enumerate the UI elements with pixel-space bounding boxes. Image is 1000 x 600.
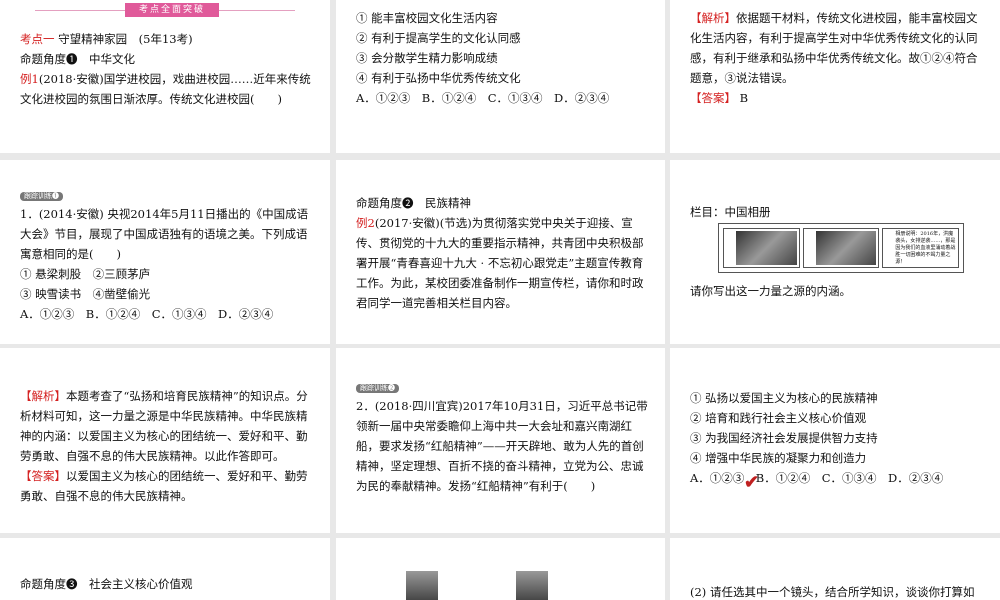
option-line: ① 悬梁刺股 ②三顾茅庐 bbox=[20, 267, 151, 281]
analysis-label: 【解析】 bbox=[20, 389, 66, 403]
angle-heading: 命题角度❶ 中华文化 bbox=[20, 52, 135, 66]
option: ① 能丰富校园文化生活内容 bbox=[356, 11, 498, 25]
choices: A．①②③ B．①②④ C．①③④ D．②③④ bbox=[690, 471, 944, 485]
answer-label: 【答案】 bbox=[690, 91, 736, 105]
practice-tag: 跟踪训练❶ bbox=[20, 192, 63, 201]
slide-thumbnail-5[interactable]: 命题角度❷ 民族精神 例2(2017·安徽)(节选)为贯彻落实党中央关于迎接、宣… bbox=[336, 160, 665, 344]
column-title: 栏目：中国相册 bbox=[690, 205, 771, 219]
photo bbox=[736, 231, 797, 265]
photo-caption: 相册说明：2016年，洪魔袭头，女排逆袭……，那是因为我们的血液里涌动着战胜一切… bbox=[895, 230, 956, 265]
example-label: 例2 bbox=[356, 216, 375, 230]
slide-thumbnail-11[interactable] bbox=[336, 538, 665, 600]
practice-tag: 跟踪训练❷ bbox=[356, 384, 399, 393]
option: ③ 会分散学生精力影响成绩 bbox=[356, 51, 498, 65]
section-banner: 考点全面突破 bbox=[35, 3, 295, 17]
option: ② 培育和践行社会主义核心价值观 bbox=[690, 411, 867, 425]
example-text: (2018·安徽)国学进校园，戏曲进校园……近年来传统文化进校园的氛围日渐浓厚。… bbox=[20, 72, 311, 106]
slide-thumbnail-12[interactable]: (2) 请任选其中一个镜头，结合所学知识，谈谈你打算如 bbox=[670, 538, 1000, 600]
option-line: ③ 映雪读书 ④凿壁偷光 bbox=[20, 287, 151, 301]
option: ② 有利于提高学生的文化认同感 bbox=[356, 31, 521, 45]
slide-thumbnail-8[interactable]: 跟踪训练❷ 2．(2018·四川宜宾)2017年10月31日，习近平总书记带领新… bbox=[336, 348, 665, 533]
photo bbox=[406, 571, 438, 600]
checkmark-icon: ✔ bbox=[744, 472, 760, 493]
option: ③ 为我国经济社会发展提供智力支持 bbox=[690, 431, 878, 445]
question-line: 大会》节目，展现了中国成语独有的语境之美。下列成语寓意相同的是( ) bbox=[20, 227, 308, 261]
slide-thumbnail-2[interactable]: ① 能丰富校园文化生活内容 ② 有利于提高学生的文化认同感 ③ 会分散学生精力影… bbox=[336, 0, 665, 153]
slide-thumbnail-7[interactable]: 【解析】本题考查了“弘扬和培育民族精神”的知识点。分析材料可知，这一力量之源是中… bbox=[0, 348, 330, 533]
slide-thumbnail-10[interactable]: 命题角度❸ 社会主义核心价值观 bbox=[0, 538, 330, 600]
angle-heading: 命题角度❷ 民族精神 bbox=[356, 196, 471, 210]
option: ④ 增强中华民族的凝聚力和创造力 bbox=[690, 451, 867, 465]
photo bbox=[815, 231, 877, 265]
kaodian-label: 考点一 bbox=[20, 32, 55, 46]
slide-thumbnail-9[interactable]: ① 弘扬以爱国主义为核心的民族精神 ② 培育和践行社会主义核心价值观 ③ 为我国… bbox=[670, 348, 1000, 533]
example-text: (2017·安徽)(节选)为贯彻落实党中央关于迎接、宣传、贯彻党的十九大的重要指… bbox=[356, 216, 644, 310]
slide-thumbnail-4[interactable]: 跟踪训练❶ 1．(2014·安徽) 央视2014年5月11日播出的《中国成语 大… bbox=[0, 160, 330, 344]
question-line: 1．(2014·安徽) 央视2014年5月11日播出的《中国成语 bbox=[20, 207, 309, 221]
choices: A．①②③ B．①②④ C．①③④ D．②③④ bbox=[356, 91, 610, 105]
angle-heading: 命题角度❸ 社会主义核心价值观 bbox=[20, 577, 193, 591]
example-label: 例1 bbox=[20, 72, 39, 86]
answer-text: B bbox=[739, 91, 749, 105]
kaodian-title: 守望精神家园 (5年13考) bbox=[58, 32, 193, 46]
option: ④ 有利于弘扬中华优秀传统文化 bbox=[356, 71, 521, 85]
question: 请你写出这一力量之源的内涵。 bbox=[690, 284, 851, 298]
question: (2) 请任选其中一个镜头，结合所学知识，谈谈你打算如 bbox=[690, 585, 975, 599]
slide-thumbnail-3[interactable]: 【解析】依据题干材料，传统文化进校园，能丰富校园文化生活内容，有利于提高学生对中… bbox=[670, 0, 1000, 153]
question-text: 2．(2018·四川宜宾)2017年10月31日，习近平总书记带领新一届中央常委… bbox=[356, 399, 648, 493]
banner-label: 考点全面突破 bbox=[125, 3, 219, 17]
analysis-label: 【解析】 bbox=[690, 11, 736, 25]
choices: A．①②③ B．①②④ C．①③④ D．②③④ bbox=[20, 307, 274, 321]
slide-thumbnail-1[interactable]: 考点全面突破 考点一 守望精神家园 (5年13考) 命题角度❶ 中华文化 例1(… bbox=[0, 0, 330, 153]
option: ① 弘扬以爱国主义为核心的民族精神 bbox=[690, 391, 878, 405]
slide-thumbnail-6[interactable]: 栏目：中国相册 相册说明：2016年，洪魔袭头，女排逆袭……，那是因为我们的血液… bbox=[670, 160, 1000, 344]
photo bbox=[516, 571, 548, 600]
answer-label: 【答案】 bbox=[20, 469, 66, 483]
photo-strip: 相册说明：2016年，洪魔袭头，女排逆袭……，那是因为我们的血液里涌动着战胜一切… bbox=[718, 223, 964, 273]
